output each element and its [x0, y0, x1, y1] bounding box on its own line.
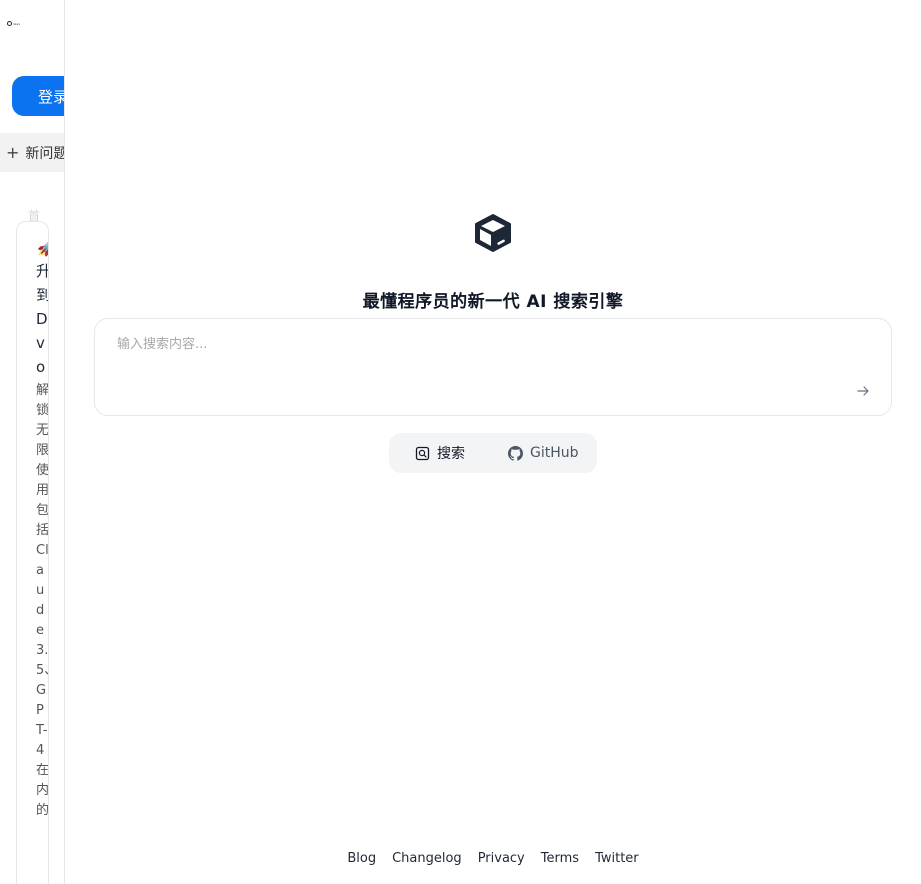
github-icon — [508, 445, 523, 461]
footer-links: Blog Changelog Privacy Terms Twitter — [65, 851, 921, 866]
logo-text: devv — [13, 21, 21, 26]
login-button[interactable]: 登录 — [12, 76, 64, 116]
new-question-label: 新问题 — [25, 145, 65, 162]
search-box — [94, 318, 892, 416]
search-mode-label: 搜索 — [437, 446, 465, 462]
search-input[interactable] — [115, 331, 799, 357]
search-mode-button[interactable]: 搜索 — [415, 433, 465, 473]
search-mode-icon — [415, 446, 430, 460]
cube-logo-icon — [475, 214, 511, 252]
rocket-icon: 🚀 — [37, 237, 48, 259]
submit-search-button[interactable] — [853, 382, 873, 402]
promo-title: 升级到 Devv Pro — [36, 262, 48, 376]
footer-link-privacy[interactable]: Privacy — [478, 851, 525, 866]
arrow-right-icon — [857, 385, 869, 396]
github-mode-button[interactable]: GitHub — [508, 433, 579, 473]
promo-description: 解锁无限使用包括Claude3.5、GPT-4在内的 — [36, 383, 49, 818]
sidebar: devv 登录 + 新问题 首 🚀 升级到 Devv Pro 解锁无限使用包括C… — [0, 0, 65, 884]
main-content: 最懂程序员的新一代 AI 搜索引擎 搜索 GitHub Blog Changel — [65, 0, 921, 884]
plus-icon: + — [6, 143, 20, 162]
footer-link-changelog[interactable]: Changelog — [392, 851, 462, 866]
footer-link-twitter[interactable]: Twitter — [595, 851, 639, 866]
page-title: 最懂程序员的新一代 AI 搜索引擎 — [362, 292, 624, 313]
logo-icon — [7, 21, 12, 26]
upgrade-promo-card[interactable]: 🚀 升级到 Devv Pro 解锁无限使用包括Claude3.5、GPT-4在内… — [16, 221, 49, 884]
new-question-button[interactable]: + 新问题 — [0, 133, 64, 172]
footer-link-terms[interactable]: Terms — [541, 851, 579, 866]
github-mode-label: GitHub — [530, 445, 579, 461]
search-mode-toggle: 搜索 GitHub — [389, 433, 597, 473]
app-logo[interactable]: devv — [7, 21, 20, 26]
footer-link-blog[interactable]: Blog — [347, 851, 376, 866]
